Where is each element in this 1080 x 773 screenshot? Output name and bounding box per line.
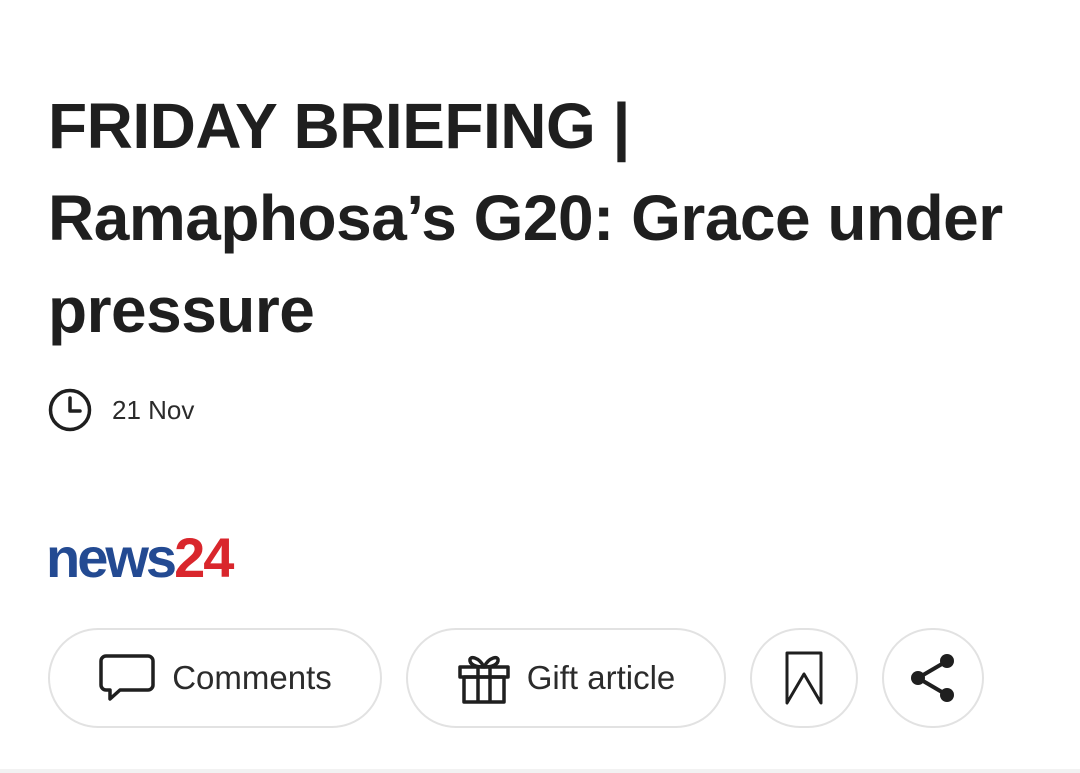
article-headline: FRIDAY BRIEFING | Ramaphosa’s G20: Grace…	[48, 90, 1003, 346]
bookmark-button[interactable]	[750, 628, 858, 728]
publish-date: 21 Nov	[112, 394, 195, 425]
bookmark-icon	[784, 650, 824, 706]
clock-icon	[48, 388, 92, 432]
share-icon	[908, 652, 958, 704]
share-button[interactable]	[882, 628, 984, 728]
gift-icon	[457, 651, 511, 705]
gift-article-label: Gift article	[526, 659, 676, 696]
logo-news-text: news	[46, 526, 177, 589]
comments-button[interactable]: Comments	[48, 628, 382, 728]
logo-24-text: 24	[174, 526, 234, 589]
article-meta: 21 Nov	[48, 388, 194, 432]
comments-label: Comments	[172, 659, 332, 696]
bottom-divider	[0, 769, 1080, 773]
gift-article-button[interactable]: Gift article	[406, 628, 726, 728]
news24-logo[interactable]: news 24	[46, 524, 234, 589]
speech-bubble-icon	[98, 653, 156, 703]
